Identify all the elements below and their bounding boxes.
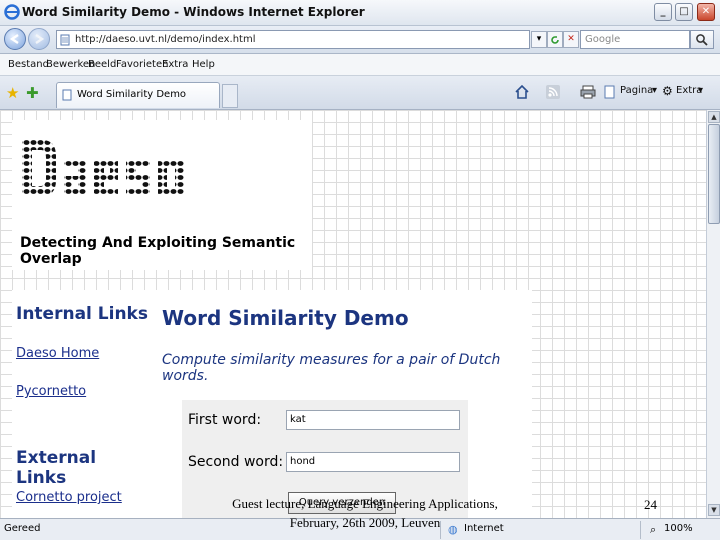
page-menu-icon [604, 85, 615, 99]
footer-line-2: February, 26th 2009, Leuven [289, 515, 441, 530]
tagline: Detecting And Exploiting Semantic Overla… [20, 235, 296, 267]
search-placeholder: Google [585, 34, 621, 45]
refresh-button[interactable] [547, 31, 563, 48]
title-bar: Word Similarity Demo - Windows Internet … [0, 0, 720, 26]
add-favorite-icon[interactable]: ✚ [26, 84, 39, 102]
address-dropdown-button[interactable]: ▾ [531, 31, 547, 48]
internal-links-heading: Internal Links [16, 304, 148, 324]
close-button[interactable]: ✕ [697, 3, 715, 21]
first-word-label: First word: [188, 412, 262, 428]
header-panel: Detecting And Exploiting Semantic Overla… [12, 120, 312, 270]
second-word-input[interactable]: hond [286, 452, 460, 472]
first-word-input[interactable]: kat [286, 410, 460, 430]
forward-button[interactable] [28, 28, 50, 50]
home-icon[interactable] [514, 85, 530, 99]
page-menu-button[interactable]: Pagina [620, 85, 653, 96]
search-input[interactable]: Google [580, 30, 690, 49]
zoom-icon: ⌕ [650, 523, 657, 536]
sidebar: Internal Links Daeso Home Pycornetto Ext… [12, 290, 152, 518]
slide-page-number: 24 [644, 497, 657, 512]
second-word-row: Second word: hond [182, 444, 468, 482]
menu-tools[interactable]: Extra [162, 59, 188, 70]
tools-gear-icon: ⚙ [662, 84, 673, 98]
menu-help[interactable]: Help [192, 59, 215, 70]
external-links-heading: External Links [16, 448, 97, 488]
page-title: Word Similarity Demo [162, 306, 409, 330]
daeso-logo [22, 140, 184, 196]
menu-file[interactable]: Bestand [8, 59, 49, 70]
scroll-down-icon[interactable]: ▼ [708, 504, 720, 516]
status-text: Gereed [4, 523, 41, 534]
tab-word-similarity-demo[interactable]: Word Similarity Demo [56, 82, 220, 108]
menu-favorites[interactable]: Favorieten [116, 59, 168, 70]
page-subtitle: Compute similarity measures for a pair o… [162, 352, 501, 384]
zoom-level[interactable]: 100% [664, 523, 693, 534]
maximize-button[interactable]: □ [675, 3, 693, 21]
search-button[interactable] [690, 30, 714, 49]
slide-footer: Guest lecture, Language Engineering Appl… [190, 494, 540, 532]
first-word-row: First word: kat [182, 402, 468, 440]
new-tab-button[interactable] [222, 84, 238, 108]
second-word-label: Second word: [188, 454, 284, 470]
feeds-icon[interactable] [546, 85, 560, 99]
tab-label: Word Similarity Demo [77, 89, 187, 100]
window-title: Word Similarity Demo - Windows Internet … [22, 5, 365, 19]
refresh-icon [551, 36, 559, 44]
search-icon [696, 34, 708, 46]
forward-arrow-icon [35, 34, 45, 44]
address-input[interactable]: http://daeso.uvt.nl/demo/index.html [56, 30, 530, 49]
stop-button[interactable]: ✕ [563, 31, 579, 48]
print-icon[interactable] [580, 85, 596, 99]
main-panel: Word Similarity Demo Compute similarity … [152, 290, 532, 518]
internet-explorer-icon [4, 4, 20, 20]
page-icon [62, 89, 72, 101]
link-cornetto-project[interactable]: Cornetto project [16, 490, 122, 505]
minimize-button[interactable]: _ [654, 3, 672, 21]
url-text: http://daeso.uvt.nl/demo/index.html [75, 34, 256, 45]
status-divider [640, 521, 641, 539]
tab-toolbar-row: ★ ✚ Word Similarity Demo Pagina ▾ ⚙ Extr… [0, 76, 720, 110]
page-icon [60, 34, 70, 46]
favorites-star-icon[interactable]: ★ [6, 84, 19, 102]
tools-menu-chevron-icon: ▾ [698, 85, 704, 96]
menu-bar: Bestand Bewerken Beeld Favorieten Extra … [0, 54, 720, 76]
link-daeso-home[interactable]: Daeso Home [16, 346, 99, 361]
address-row: http://daeso.uvt.nl/demo/index.html ▾ ✕ … [0, 26, 720, 54]
stop-icon: ✕ [567, 34, 575, 44]
scroll-thumb[interactable] [708, 124, 720, 224]
vertical-scrollbar[interactable]: ▲ ▼ [706, 110, 720, 518]
back-button[interactable] [4, 28, 26, 50]
link-pycornetto[interactable]: Pycornetto [16, 384, 86, 399]
scroll-up-icon[interactable]: ▲ [708, 111, 720, 123]
page-content: Detecting And Exploiting Semantic Overla… [0, 110, 706, 518]
menu-view[interactable]: Beeld [88, 59, 116, 70]
footer-line-1: Guest lecture, Language Engineering Appl… [232, 496, 498, 511]
page-menu-chevron-icon: ▾ [652, 85, 658, 96]
back-arrow-icon [9, 34, 19, 44]
